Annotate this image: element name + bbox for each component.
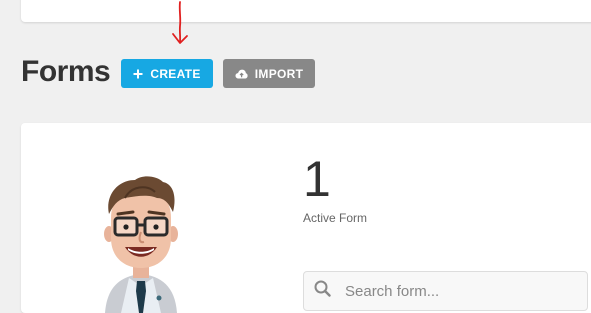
active-forms-label: Active Form	[303, 211, 368, 225]
red-arrow-icon	[172, 1, 188, 44]
top-card	[21, 0, 591, 22]
create-button[interactable]: CREATE	[121, 59, 213, 88]
cloud-upload-icon	[235, 69, 248, 79]
create-button-label: CREATE	[150, 66, 201, 81]
search-box[interactable]	[303, 271, 588, 311]
forms-summary-card: 1 Active Form	[21, 123, 591, 313]
search-icon	[314, 280, 331, 302]
plus-icon	[133, 69, 143, 79]
import-button-label: IMPORT	[254, 66, 304, 81]
mascot-illustration	[104, 176, 178, 313]
import-button[interactable]: IMPORT	[223, 59, 315, 88]
page-title: Forms	[21, 55, 111, 88]
active-forms-count: 1	[303, 151, 331, 207]
search-input[interactable]	[345, 282, 565, 300]
